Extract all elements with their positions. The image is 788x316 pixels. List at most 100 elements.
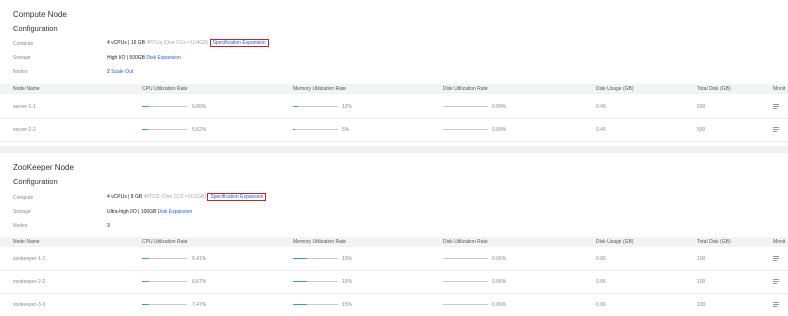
monitor-list-icon[interactable] <box>773 279 779 284</box>
col-total-disk: Total Disk (GB) <box>697 239 731 245</box>
col-disk-usage: Disk Usage (GB) <box>596 239 634 245</box>
memory-value: 5% <box>342 127 350 133</box>
cpu-bar-fill <box>142 304 150 305</box>
monitor-list-icon[interactable] <box>773 104 779 109</box>
section-divider <box>0 146 788 153</box>
compute-value: 4 vCPUs | 16 GB <box>107 40 145 46</box>
table-header: Node Name CPU Utilization Rate Memory Ut… <box>0 84 788 94</box>
storage-value: High I/O | 500GB <box>107 55 145 61</box>
memory-bar-fill <box>293 281 307 282</box>
total-disk: 500 <box>697 104 706 110</box>
node-name: zookeeper-1-1 <box>13 256 46 262</box>
col-node-name: Node Name <box>13 86 40 92</box>
storage-label: Storage <box>13 55 31 61</box>
monitor-list-icon[interactable] <box>773 127 779 132</box>
section-title: ZooKeeper Node <box>13 163 74 172</box>
section-title: Compute Node <box>13 10 67 19</box>
compute-label: Compute <box>13 41 34 47</box>
col-disk-util: Disk Utilization Rate <box>443 239 488 245</box>
disk-value: 0.06% <box>492 302 507 308</box>
cpu-value: 6.89% <box>192 104 207 110</box>
cpu-bar-fill <box>142 258 149 259</box>
table-row: zookeeper-3-3 7.47% 15% 0.06% 0.06 100 <box>0 293 788 316</box>
total-disk: 100 <box>697 302 706 308</box>
disk-bar <box>443 258 488 259</box>
nodes-value-line: 2 Scale Out <box>107 69 133 75</box>
nodes-value-line: 3 <box>107 223 110 229</box>
disk-expansion-link[interactable]: Disk Expansion <box>146 55 180 61</box>
section-subtitle: Configuration <box>13 24 58 33</box>
storage-value: Ultra-high I/O | 100GB <box>107 209 157 215</box>
disk-usage: 0.45 <box>596 104 606 110</box>
cpu-bar <box>142 106 187 107</box>
total-disk: 500 <box>697 127 706 133</box>
scale-out-link[interactable]: Scale Out <box>111 69 133 75</box>
memory-bar <box>293 129 338 130</box>
total-disk: 100 <box>697 256 706 262</box>
cpu-value: 5.62% <box>192 127 207 133</box>
memory-bar <box>293 281 338 282</box>
cpu-value: 7.47% <box>192 302 207 308</box>
specification-expansion-link[interactable]: Specification Expansion <box>209 39 269 47</box>
col-total-disk: Total Disk (GB) <box>697 86 731 92</box>
disk-usage: 0.45 <box>596 127 606 133</box>
compute-value: 4 vCPUs | 8 GB <box>107 194 143 200</box>
compute-hint: 4PCUs (One CUs =1U4GB) <box>146 40 209 46</box>
memory-bar-fill <box>293 106 299 107</box>
nodes-label: Nodes <box>13 223 28 229</box>
nodes-label: Nodes <box>13 69 28 75</box>
col-cpu: CPU Utilization Rate <box>142 239 188 245</box>
memory-bar-fill <box>293 258 307 259</box>
col-node-name: Node Name <box>13 239 40 245</box>
compute-value-line: 4 vCPUs | 8 GB 4PCU2 (One CU2 =1U2GB) Sp… <box>107 193 267 201</box>
table-row: server-2-2 5.62% 5% 0.09% 0.45 500 <box>0 118 788 142</box>
cpu-bar <box>142 304 187 305</box>
cpu-bar <box>142 258 187 259</box>
node-name: server-2-2 <box>13 127 36 133</box>
compute-label: Compute <box>13 195 34 201</box>
disk-bar <box>443 106 488 107</box>
compute-node-section: Compute Node Configuration Compute 4 vCP… <box>0 0 788 146</box>
disk-value: 0.06% <box>492 256 507 262</box>
disk-bar <box>443 304 488 305</box>
table-row: zookeeper-1-1 6.41% 15% 0.06% 0.06 100 <box>0 247 788 271</box>
table-row: zookeeper-2-2 6.87% 15% 0.06% 0.06 100 <box>0 270 788 294</box>
cpu-bar <box>142 129 187 130</box>
memory-bar <box>293 106 338 107</box>
cpu-value: 6.87% <box>192 279 207 285</box>
specification-expansion-link[interactable]: Specification Expansion <box>207 193 267 201</box>
nodes-value: 3 <box>107 223 110 229</box>
col-memory: Memory Utilization Rate <box>293 86 347 92</box>
col-disk-util: Disk Utilization Rate <box>443 86 488 92</box>
memory-value: 15% <box>342 256 353 262</box>
storage-label: Storage <box>13 209 31 215</box>
disk-value: 0.09% <box>492 104 507 110</box>
memory-value: 15% <box>342 302 353 308</box>
memory-bar-fill <box>293 129 296 130</box>
disk-usage: 0.06 <box>596 302 606 308</box>
disk-expansion-link[interactable]: Disk Expansion <box>158 209 192 215</box>
storage-value-line: Ultra-high I/O | 100GB Disk Expansion <box>107 209 192 215</box>
table-row: server-1-1 6.89% 12% 0.09% 0.45 500 <box>0 95 788 119</box>
disk-bar <box>443 129 488 130</box>
col-monitor: Monit <box>773 86 786 92</box>
cpu-bar <box>142 281 187 282</box>
disk-bar <box>443 281 488 282</box>
monitor-list-icon[interactable] <box>773 302 779 307</box>
col-cpu: CPU Utilization Rate <box>142 86 188 92</box>
compute-hint: 4PCU2 (One CU2 =1U2GB) <box>143 194 206 200</box>
node-name: zookeeper-3-3 <box>13 302 46 308</box>
disk-usage: 0.06 <box>596 256 606 262</box>
compute-value-line: 4 vCPUs | 16 GB 4PCUs (One CUs =1U4GB) S… <box>107 39 269 47</box>
memory-value: 15% <box>342 279 353 285</box>
node-name: server-1-1 <box>13 104 36 110</box>
disk-usage: 0.06 <box>596 279 606 285</box>
memory-value: 12% <box>342 104 353 110</box>
cpu-bar-fill <box>142 129 148 130</box>
col-disk-usage: Disk Usage (GB) <box>596 86 634 92</box>
nodes-value: 2 <box>107 69 110 75</box>
disk-value: 0.06% <box>492 279 507 285</box>
disk-value: 0.09% <box>492 127 507 133</box>
monitor-list-icon[interactable] <box>773 256 779 261</box>
node-name: zookeeper-2-2 <box>13 279 46 285</box>
